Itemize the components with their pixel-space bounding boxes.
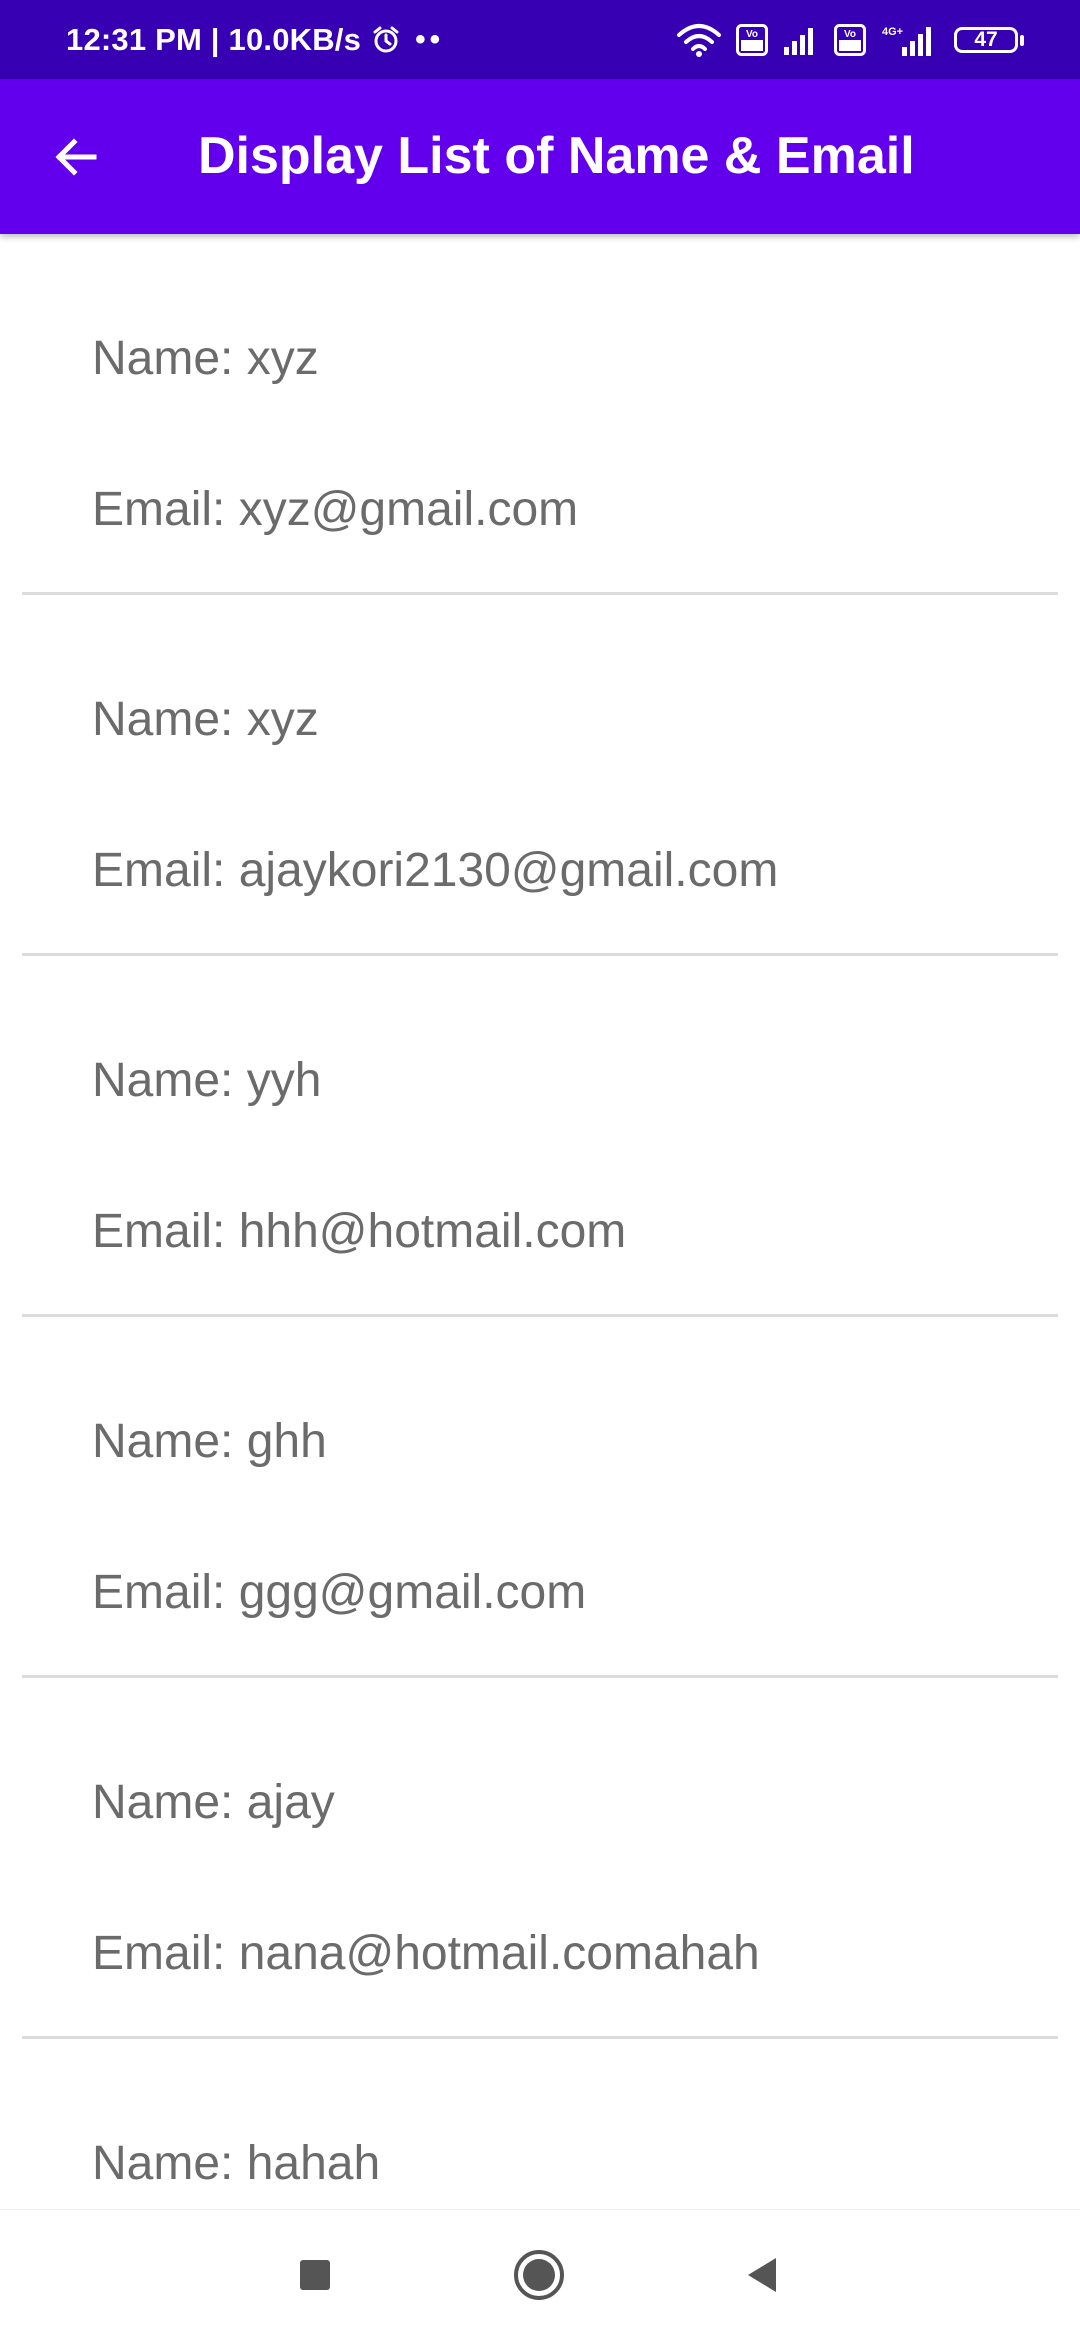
notification-dots-icon: •• — [415, 22, 445, 56]
battery-level: 47 — [974, 27, 998, 51]
item-email: Email: hhh@hotmail.com — [92, 1205, 627, 1258]
item-email: Email: ggg@gmail.com — [92, 1566, 587, 1619]
list-item[interactable]: Name: ajay Email: nana@hotmail.comahah — [0, 1678, 1080, 2039]
item-email: Email: nana@hotmail.comahah — [92, 1927, 760, 1980]
back-triangle-icon — [748, 2258, 776, 2292]
page-title: Display List of Name & Email — [198, 127, 915, 185]
item-name: Name: xyz — [92, 332, 319, 385]
app-bar: Display List of Name & Email — [0, 79, 1080, 234]
home-circle-icon — [514, 2250, 564, 2300]
status-time-speed: 12:31 PM | 10.0KB/s — [66, 21, 362, 57]
battery-icon: 47 — [954, 26, 1024, 53]
item-name: Name: xyz — [92, 693, 319, 746]
recents-square-icon — [300, 2260, 330, 2290]
list-item[interactable]: Name: xyz Email: ajaykori2130@gmail.com — [0, 595, 1080, 956]
screen: 12:31 PM | 10.0KB/s •• Vo Vo 4G+ 47 Disp… — [0, 0, 1080, 2340]
contact-list[interactable]: Name: xyz Email: xyz@gmail.com Name: xyz… — [0, 234, 1080, 2340]
system-nav-bar — [0, 2209, 1080, 2340]
item-email: Email: xyz@gmail.com — [92, 483, 579, 536]
item-name: Name: hahah — [92, 2137, 381, 2190]
item-email: Email: ajaykori2130@gmail.com — [92, 844, 779, 897]
svg-text:Vo: Vo — [746, 29, 758, 40]
recents-button[interactable] — [285, 2245, 345, 2305]
wifi-icon — [676, 23, 722, 57]
alarm-icon — [371, 25, 401, 55]
list-item[interactable]: Name: ghh Email: ggg@gmail.com — [0, 1317, 1080, 1678]
back-button[interactable] — [38, 119, 114, 195]
signal-icon — [782, 25, 820, 55]
signal-4g-icon: 4G+ — [880, 23, 940, 57]
list-item[interactable]: Name: xyz Email: xyz@gmail.com — [0, 234, 1080, 595]
network-label: 4G+ — [882, 26, 903, 38]
svg-text:Vo: Vo — [844, 29, 856, 40]
arrow-left-icon — [55, 138, 97, 176]
item-name: Name: ajay — [92, 1776, 335, 1829]
volte-icon: Vo — [834, 23, 866, 56]
home-button[interactable] — [509, 2245, 569, 2305]
item-name: Name: ghh — [92, 1415, 327, 1468]
volte-icon: Vo — [736, 23, 768, 56]
status-left: 12:31 PM | 10.0KB/s •• — [66, 0, 444, 79]
status-bar: 12:31 PM | 10.0KB/s •• Vo Vo 4G+ 47 — [0, 0, 1080, 79]
list-item[interactable]: Name: yyh Email: hhh@hotmail.com — [0, 956, 1080, 1317]
item-name: Name: yyh — [92, 1054, 322, 1107]
status-right: Vo Vo 4G+ 47 — [676, 0, 1024, 79]
back-nav-button[interactable] — [732, 2245, 792, 2305]
